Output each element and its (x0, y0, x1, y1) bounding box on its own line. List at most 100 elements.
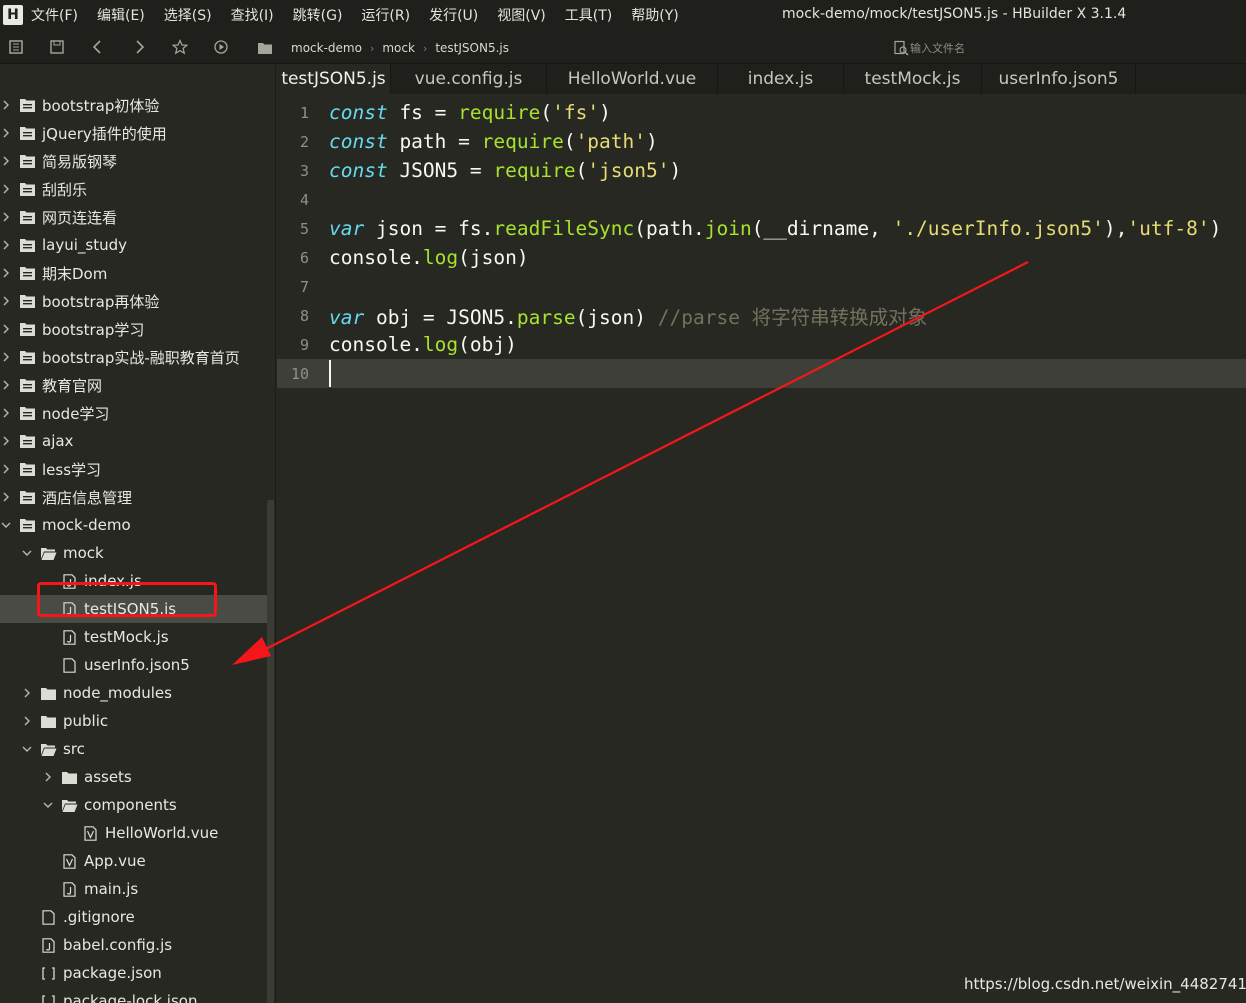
menu-file[interactable]: 文件(F) (31, 5, 78, 25)
chevron-right-icon[interactable] (0, 435, 12, 447)
menu-help[interactable]: 帮助(Y) (631, 5, 678, 25)
code-line[interactable]: 10 (277, 359, 1246, 388)
menu-run[interactable]: 运行(R) (361, 5, 410, 25)
project-folder-icon (18, 209, 36, 225)
tree-item-helloworld-vue[interactable]: HelloWorld.vue (0, 819, 267, 847)
chevron-down-icon[interactable] (0, 519, 12, 531)
tree-item-src[interactable]: src (0, 735, 267, 763)
tree-item--gitignore[interactable]: .gitignore (0, 903, 267, 931)
tree-item-app-vue[interactable]: App.vue (0, 847, 267, 875)
menu-publish[interactable]: 发行(U) (429, 5, 478, 25)
tree-item-期末dom[interactable]: 期末Dom (0, 259, 267, 287)
tree-item-public[interactable]: public (0, 707, 267, 735)
tree-item-bootstrap实战-融职教育首页[interactable]: bootstrap实战-融职教育首页 (0, 343, 267, 371)
tree-item-酒店信息管理[interactable]: 酒店信息管理 (0, 483, 267, 511)
chevron-right-icon[interactable] (0, 463, 12, 475)
tree-item-package-lock-json[interactable]: package-lock.json (0, 987, 267, 1003)
breadcrumb-folder[interactable]: mock (382, 41, 415, 55)
code-line[interactable]: 6 console.log(json) (277, 243, 1246, 272)
chevron-down-icon[interactable] (21, 547, 33, 559)
chevron-down-icon[interactable] (42, 799, 54, 811)
breadcrumb-project[interactable]: mock-demo (291, 41, 362, 55)
tree-item-jquery插件的使用[interactable]: jQuery插件的使用 (0, 119, 267, 147)
chevron-right-icon[interactable] (0, 127, 12, 139)
tree-item-babel-config-js[interactable]: babel.config.js (0, 931, 267, 959)
code-line[interactable]: 5 var json = fs.readFileSync(path.join(__… (277, 214, 1246, 243)
chevron-right-icon[interactable] (42, 771, 54, 783)
tree-item-layui-study[interactable]: layui_study (0, 231, 267, 259)
tree-item-label: main.js (84, 880, 139, 898)
tree-item-bootstrap学习[interactable]: bootstrap学习 (0, 315, 267, 343)
chevron-right-icon[interactable] (0, 155, 12, 167)
code-token-text: ) (646, 130, 658, 153)
line-number: 3 (299, 161, 309, 180)
menu-view[interactable]: 视图(V) (497, 5, 546, 25)
tab-userinfo[interactable]: userInfo.json5 (982, 64, 1136, 94)
code-line[interactable]: 7 (277, 272, 1246, 301)
tree-item-node学习[interactable]: node学习 (0, 399, 267, 427)
menu-edit[interactable]: 编辑(E) (97, 5, 145, 25)
save-icon[interactable] (48, 38, 66, 56)
code-line[interactable]: 3 const JSON5 = require('json5') (277, 156, 1246, 185)
tree-item-node-modules[interactable]: node_modules (0, 679, 267, 707)
code-line[interactable]: 9 console.log(obj) (277, 330, 1246, 359)
chevron-right-icon[interactable] (0, 351, 12, 363)
menu-goto[interactable]: 跳转(G) (293, 5, 343, 25)
tree-item-main-js[interactable]: main.js (0, 875, 267, 903)
tree-item-bootstrap初体验[interactable]: bootstrap初体验 (0, 91, 267, 119)
menu-find[interactable]: 查找(I) (231, 5, 274, 25)
forward-icon[interactable] (130, 38, 148, 56)
tree-item-mock[interactable]: mock (0, 539, 267, 567)
sidebar-scrollbar[interactable] (267, 500, 274, 1003)
run-icon[interactable] (212, 38, 230, 56)
tree-item-less学习[interactable]: less学习 (0, 455, 267, 483)
chevron-right-icon[interactable] (0, 183, 12, 195)
code-line[interactable]: 8 var obj = JSON5.parse(json) //parse 将字符… (277, 301, 1246, 330)
menu-tools[interactable]: 工具(T) (565, 5, 612, 25)
tree-item-教育官网[interactable]: 教育官网 (0, 371, 267, 399)
code-token-text: JSON5 = (387, 159, 494, 182)
tree-item-userinfo-json5[interactable]: userInfo.json5 (0, 651, 267, 679)
tree-item-bootstrap再体验[interactable]: bootstrap再体验 (0, 287, 267, 315)
chevron-right-icon[interactable] (21, 687, 33, 699)
chevron-right-icon[interactable] (0, 239, 12, 251)
tab-helloworld[interactable]: HelloWorld.vue (547, 64, 718, 94)
tree-item-刮刮乐[interactable]: 刮刮乐 (0, 175, 267, 203)
tab-testjson5[interactable]: testJSON5.js (277, 64, 391, 94)
project-folder-icon (18, 349, 36, 365)
breadcrumb-file[interactable]: testJSON5.js (435, 41, 509, 55)
tree-item-ajax[interactable]: ajax (0, 427, 267, 455)
chevron-right-icon[interactable] (0, 379, 12, 391)
tree-item-package-json[interactable]: package.json (0, 959, 267, 987)
tree-item-testmock-js[interactable]: testMock.js (0, 623, 267, 651)
tab-index[interactable]: index.js (718, 64, 844, 94)
back-icon[interactable] (89, 38, 107, 56)
tree-item-assets[interactable]: assets (0, 763, 267, 791)
tree-item-网页连连看[interactable]: 网页连连看 (0, 203, 267, 231)
menu-select[interactable]: 选择(S) (164, 5, 212, 25)
tab-testmock[interactable]: testMock.js (844, 64, 982, 94)
tree-item-components[interactable]: components (0, 791, 267, 819)
file-search-input[interactable] (910, 38, 1210, 58)
star-icon[interactable] (171, 38, 189, 56)
tab-vue-config[interactable]: vue.config.js (391, 64, 547, 94)
chevron-right-icon[interactable] (0, 267, 12, 279)
chevron-right-icon[interactable] (0, 211, 12, 223)
code-token-text: console. (329, 333, 423, 356)
hbuilder-logo-icon[interactable]: H (3, 5, 23, 25)
sidebar-toggle-icon[interactable] (7, 38, 25, 56)
code-line[interactable]: 1 const fs = require('fs') (277, 98, 1246, 127)
code-line[interactable]: 4 (277, 185, 1246, 214)
chevron-right-icon[interactable] (0, 295, 12, 307)
tree-item-mock-demo[interactable]: mock-demo (0, 511, 267, 539)
chevron-down-icon[interactable] (21, 743, 33, 755)
chevron-right-icon[interactable] (0, 323, 12, 335)
tree-item-简易版钢琴[interactable]: 简易版钢琴 (0, 147, 267, 175)
chevron-right-icon[interactable] (0, 99, 12, 111)
chevron-right-icon[interactable] (0, 491, 12, 503)
code-line[interactable]: 2 const path = require('path') (277, 127, 1246, 156)
chevron-right-icon[interactable] (21, 715, 33, 727)
chevron-right-icon[interactable] (0, 407, 12, 419)
code-editor[interactable]: 1 const fs = require('fs') 2 const path = r… (277, 94, 1246, 1003)
